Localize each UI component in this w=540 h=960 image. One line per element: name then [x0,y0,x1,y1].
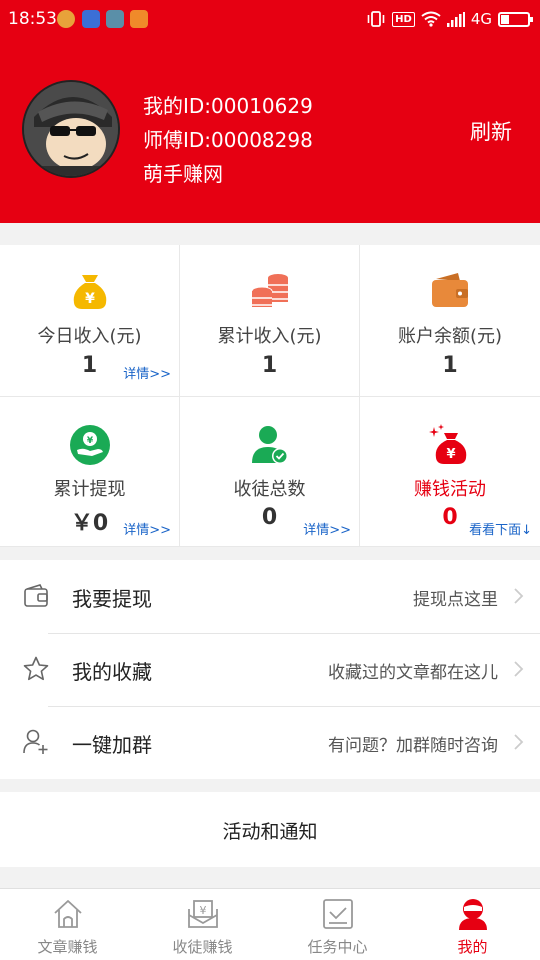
sparkle-bag-icon: ¥ [429,424,467,464]
stat-label: 今日收入(元) [37,326,142,347]
tab-mine[interactable]: 我的 [405,889,540,960]
tab-label: 我的 [457,938,488,956]
bottom-tab-bar: 文章赚钱 ¥ 收徒赚钱 任务中心 我的 [0,888,540,960]
wifi-icon [421,11,441,27]
stat-value: 1 [261,353,278,378]
hd-icon: HD [392,11,415,27]
tab-task-center[interactable]: 任务中心 [270,889,405,960]
tab-label: 文章赚钱 [37,938,98,956]
coin-stack-icon [251,274,288,307]
withdraw-icon: ¥ [69,425,110,465]
chevron-right-icon [514,661,524,677]
stat-value: 1 [442,353,458,378]
menu-item-title: 我要提现 [72,587,152,611]
add-user-icon [23,729,48,754]
activity-section: 活动和通知 [0,792,540,867]
menu-item-withdraw[interactable]: 我要提现 提现点这里 [0,560,540,633]
svg-text:¥: ¥ [86,436,93,446]
stat-total-income: 累计收入(元) 1 [180,245,359,396]
menu-item-hint: 收藏过的文章都在这儿 [328,663,498,683]
see-below-link[interactable]: 看看下面↓ [469,519,532,538]
notification-app-icon [57,10,75,28]
withdrawn-details-link[interactable]: 详情>> [123,519,171,538]
status-time: 18:53 [8,9,57,29]
today-income-details-link[interactable]: 详情>> [123,363,171,382]
svg-text:¥: ¥ [85,291,95,307]
wallet-icon [432,273,468,307]
tab-apprentice-earn[interactable]: ¥ 收徒赚钱 [135,889,270,960]
stat-account-balance: 账户余额(元) 1 [360,245,540,396]
apprentice-details-link[interactable]: 详情>> [303,519,351,538]
stat-label: 账户余额(元) [397,326,503,347]
tab-label: 任务中心 [307,938,368,956]
menu-item-favorites[interactable]: 我的收藏 收藏过的文章都在这儿 [0,633,540,706]
avatar[interactable] [22,80,120,178]
site-name: 萌手赚网 [143,162,223,186]
notification-scan-icon [106,10,124,28]
stat-apprentice-count: 收徒总数 0 详情>> [180,397,359,546]
battery-icon [498,11,533,27]
notification-app2-icon [130,10,148,28]
svg-text:¥: ¥ [446,447,455,462]
network-type: 4G [470,10,492,28]
master-id: 师傅ID:00008298 [143,128,313,152]
chevron-right-icon [514,734,524,750]
menu-list: 我要提现 提现点这里 我的收藏 收藏过的文章都在这儿 一键加群 有问题？加群随时… [0,560,540,779]
stat-total-withdrawn: ¥ 累计提现 ￥0 详情>> [0,397,179,546]
stat-label: 累计提现 [53,479,126,500]
star-icon [23,656,49,681]
home-icon [53,900,82,928]
svg-text:¥: ¥ [199,904,206,917]
stat-label: 赚钱活动 [414,479,486,500]
envelope-yen-icon: ¥ [187,900,218,928]
profile-header: 18:53 HD 4G 我的ID:00010629 师傅ID:00008298 [0,0,540,223]
menu-item-hint: 提现点这里 [413,590,498,610]
tab-article-earn[interactable]: 文章赚钱 [0,889,135,960]
menu-item-title: 一键加群 [72,733,152,757]
menu-item-title: 我的收藏 [72,660,152,684]
stats-grid: ¥ 今日收入(元) 1 详情>> 累计收入(元) 1 账户余额(元) 1 ¥ 累… [0,245,540,547]
refresh-button[interactable]: 刷新 [470,116,512,146]
signal-icon [446,11,465,27]
stat-label: 收徒总数 [233,479,306,500]
activity-title: 活动和通知 [222,821,318,843]
stat-label: 累计收入(元) [217,326,322,347]
user-icon [458,899,487,930]
notification-message-icon [82,10,100,28]
stat-today-income: ¥ 今日收入(元) 1 详情>> [0,245,179,396]
task-check-icon [322,899,353,929]
menu-item-join-group[interactable]: 一键加群 有问题？加群随时咨询 [0,706,540,779]
user-check-icon [251,426,288,464]
tab-label: 收徒赚钱 [172,938,233,956]
stat-money-activities: ¥ 赚钱活动 0 看看下面↓ [360,397,540,546]
chevron-right-icon [514,588,524,604]
money-bag-icon: ¥ [73,275,106,309]
status-bar: 18:53 HD 4G [0,0,540,38]
vibrate-icon [367,11,385,27]
menu-item-hint: 有问题？加群随时咨询 [328,736,498,756]
wallet-outline-icon [24,584,48,607]
my-id: 我的ID:00010629 [143,94,313,118]
